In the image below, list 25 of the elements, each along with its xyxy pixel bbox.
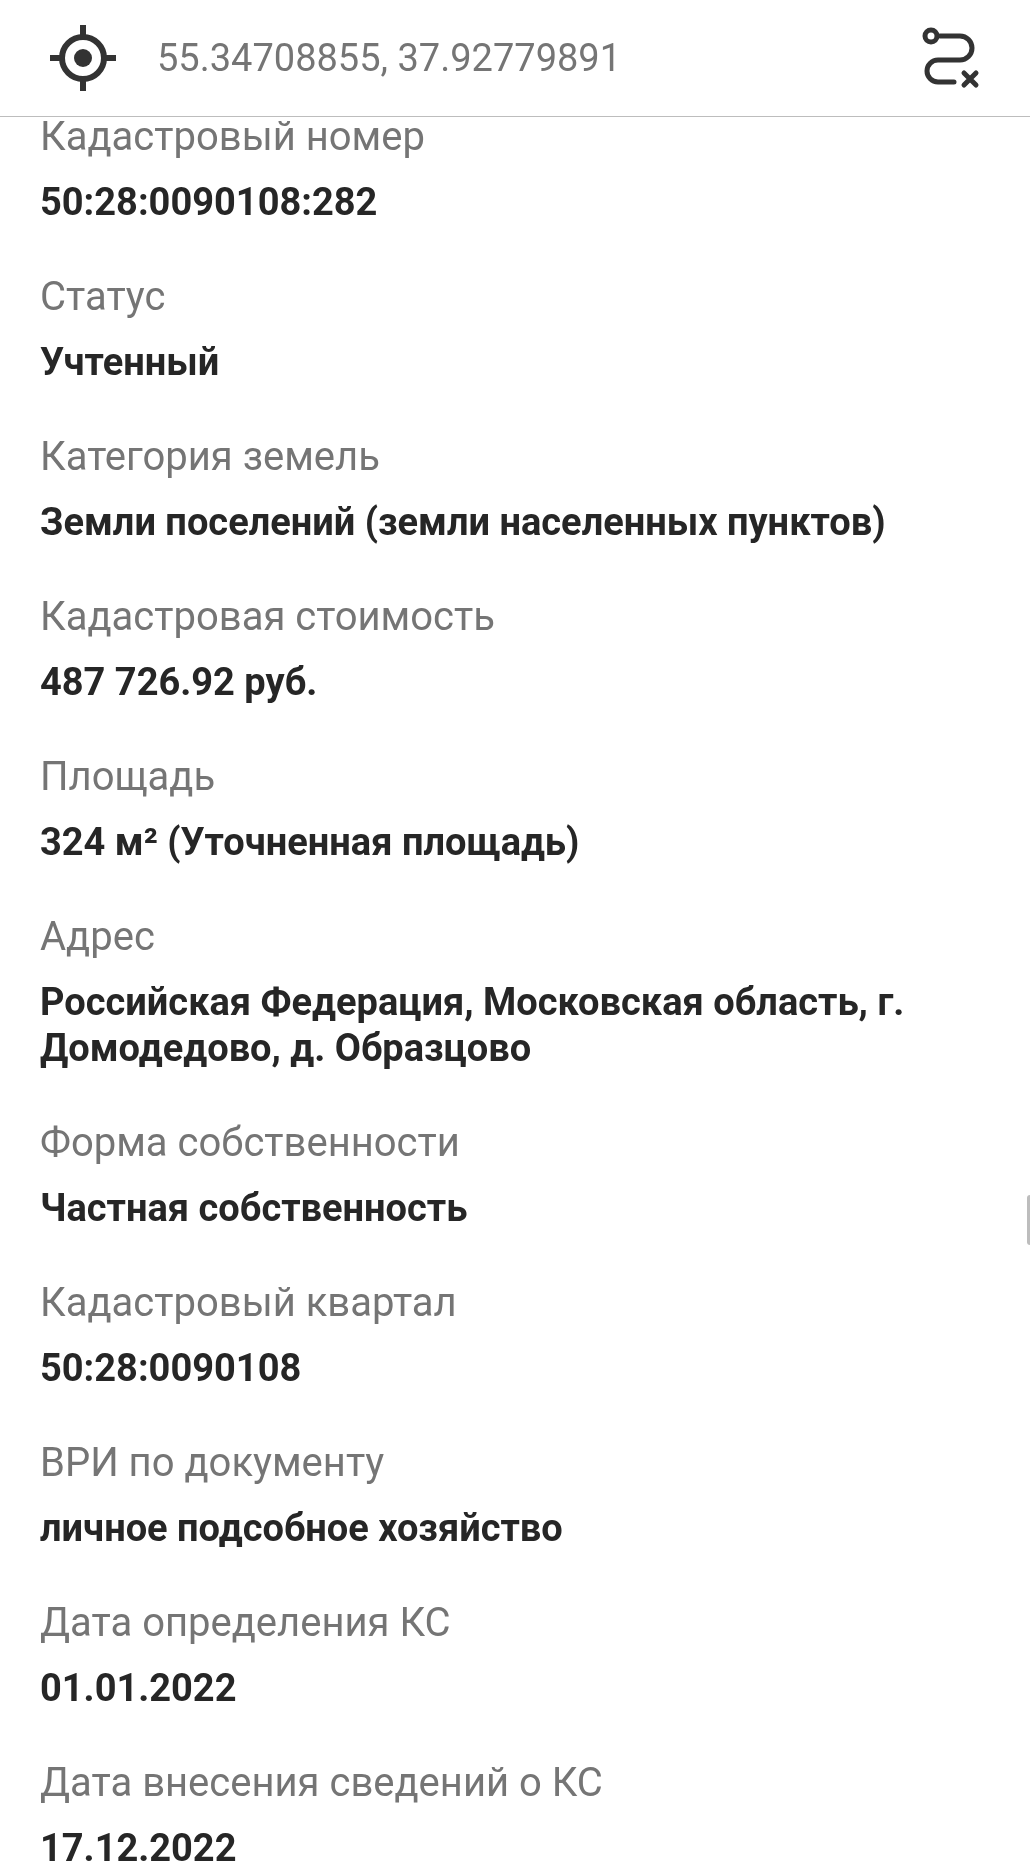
field-label: Площадь xyxy=(40,753,216,801)
field-label: Категория земель xyxy=(40,433,380,481)
field-value: Учтенный xyxy=(40,339,220,385)
field-label: Кадастровый номер xyxy=(40,118,425,161)
field-value: 17.12.2022 xyxy=(40,1825,237,1870)
field-label: Дата внесения сведений о КС xyxy=(40,1759,603,1807)
field-label: Форма собственности xyxy=(40,1119,460,1167)
location-target-icon[interactable] xyxy=(48,23,118,93)
field-label: ВРИ по документу xyxy=(40,1439,385,1487)
field-value: 01.01.2022 xyxy=(40,1665,237,1711)
field-value: Российская Федерация, Московская область, г. Домодедово, д. Образцово xyxy=(40,979,906,1071)
field-value: 324 м² (Уточненная площадь) xyxy=(40,819,580,865)
field-value: Частная собственность xyxy=(40,1185,468,1231)
field-value: личное подсобное хозяйство xyxy=(40,1505,563,1551)
field-label: Кадастровый квартал xyxy=(40,1279,457,1327)
field-label: Дата определения КС xyxy=(40,1599,451,1647)
field-value: 50:28:0090108:282 xyxy=(40,179,378,225)
field-value: 50:28:0090108 xyxy=(40,1345,302,1391)
field-value: 487 726.92 руб. xyxy=(40,659,318,705)
field-label: Кадастровая стоимость xyxy=(40,593,495,641)
coordinates-text: 55.34708855, 37.92779891 xyxy=(157,39,622,77)
field-label: Адрес xyxy=(40,913,155,961)
field-value: Земли поселений (земли населенных пунктов) xyxy=(40,499,886,545)
field-label: Статус xyxy=(40,273,166,321)
edge-handle[interactable] xyxy=(1027,1195,1030,1245)
